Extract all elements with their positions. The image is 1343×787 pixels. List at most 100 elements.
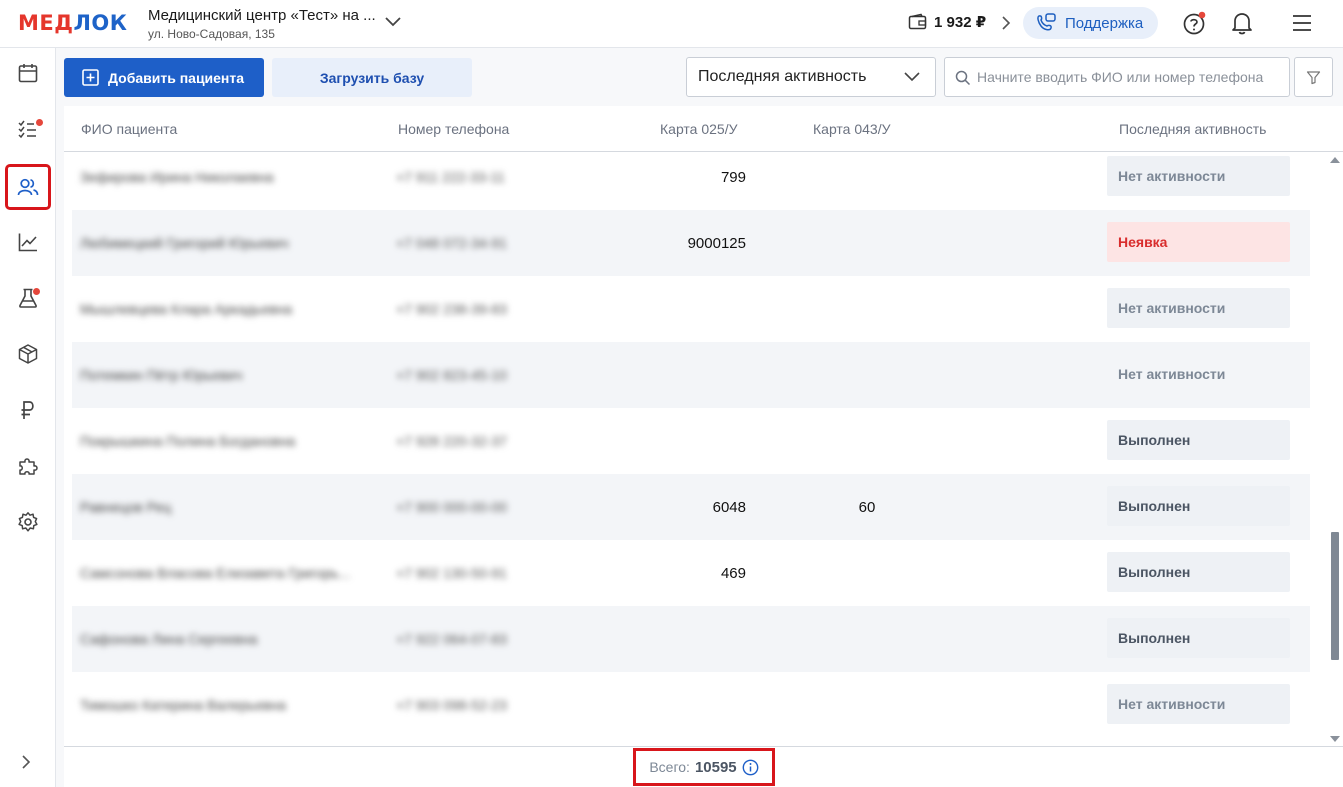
total-label: Всего:: [649, 759, 690, 775]
clinic-selector[interactable]: Медицинский центр «Тест» на ... ул. Ново…: [148, 7, 376, 41]
table-row[interactable]: Самсонова Власова Елизавета Григорь... +7…: [72, 540, 1310, 606]
sidebar-item-analytics[interactable]: [8, 222, 48, 262]
main-content: Добавить пациента Загрузить базу Последн…: [56, 48, 1343, 787]
top-header: МЕДЛОК Медицинский центр «Тест» на ... у…: [0, 0, 1343, 48]
patient-phone: +7 048 072-34-91: [396, 235, 507, 251]
medlok-logo[interactable]: МЕДЛОК: [18, 11, 127, 35]
gear-icon: [18, 512, 38, 532]
chevron-right-icon[interactable]: [1000, 15, 1012, 31]
sidebar-item-tasks[interactable]: [8, 109, 48, 149]
sidebar-item-patients[interactable]: [5, 164, 51, 210]
column-header-card025[interactable]: Карта 025/У: [660, 121, 738, 137]
sidebar-item-integrations[interactable]: [8, 446, 48, 486]
patients-table: ФИО пациента Номер телефона Карта 025/У …: [64, 106, 1343, 746]
card-025-number: 799: [720, 168, 746, 186]
box-icon: [18, 344, 38, 364]
patient-name: Мышлевцева Клара Аркадьевна: [80, 301, 293, 317]
table-row[interactable]: Сафонова Лина Сергеевна +7 922 064-07-83 В…: [72, 606, 1310, 672]
sidebar-item-settings[interactable]: [8, 502, 48, 542]
patient-phone: +7 911 222-33-11: [396, 169, 505, 185]
table-row[interactable]: Зефирова Ирина Николаевна +7 911 222-33-1…: [72, 153, 1310, 210]
card-025-number: [632, 408, 746, 474]
patient-name: Тимошко Катерина Валерьевна: [80, 697, 286, 713]
patient-phone: +7 900 000-00-00: [396, 499, 507, 515]
patient-name: Зефирова Ирина Николаевна: [80, 169, 274, 185]
expand-sidebar-icon[interactable]: [19, 754, 33, 770]
card-025-number: 469: [720, 564, 746, 582]
chevron-down-icon[interactable]: [384, 16, 402, 28]
patient-phone: +7 902 823-45-10: [396, 367, 507, 383]
activity-status-badge: Выполнен: [1107, 618, 1290, 658]
card-043-number: [832, 408, 902, 474]
card-043-number: [832, 276, 902, 342]
puzzle-icon: [19, 458, 38, 475]
info-icon[interactable]: [742, 759, 759, 776]
column-header-card043[interactable]: Карта 043/У: [813, 121, 891, 137]
search-icon: [955, 70, 971, 86]
column-header-activity[interactable]: Последняя активность: [1119, 121, 1266, 137]
clinic-address: ул. Ново-Садовая, 135: [148, 27, 275, 41]
table-row[interactable]: Потемкин Пётр Юрьевич +7 902 823-45-10 Нет…: [72, 342, 1310, 408]
activity-status-badge: Выполнен: [1107, 486, 1290, 526]
scroll-down-arrow[interactable]: [1330, 736, 1340, 742]
support-button[interactable]: Поддержка: [1023, 7, 1158, 39]
activity-status-badge: Неявка: [1107, 222, 1290, 262]
card-043-number: [832, 672, 902, 738]
activity-status-badge: Выполнен: [1107, 552, 1290, 592]
table-scrollbar[interactable]: [1326, 153, 1343, 746]
card-043-number: [832, 210, 902, 276]
activity-status-badge: Выполнен: [1107, 420, 1290, 460]
card-043-number: 60: [858, 498, 876, 516]
sidebar-item-warehouse[interactable]: [8, 334, 48, 374]
table-row[interactable]: Любимецкий Григорий Юрьевич +7 048 072-34…: [72, 210, 1310, 276]
logo-part-2: ЛОК: [73, 11, 128, 35]
ruble-icon: [21, 401, 34, 419]
card-025-number: [632, 606, 746, 672]
sidebar-item-finance[interactable]: [8, 390, 48, 430]
chevron-down-icon: [904, 72, 920, 82]
calendar-icon: [18, 64, 38, 83]
table-row[interactable]: Равнецов Рец +7 900 000-00-00 6048 60 Выполн…: [72, 474, 1310, 540]
total-count: Всего: 10595: [633, 748, 775, 786]
plus-square-icon: [82, 69, 99, 86]
bell-icon[interactable]: [1231, 11, 1253, 35]
help-icon[interactable]: [1182, 11, 1206, 35]
table-row[interactable]: Тимошко Катерина Валерьевна +7 903 098-52…: [72, 672, 1310, 738]
patient-phone: +7 928 220-32-37: [396, 433, 507, 449]
card-043-number: [832, 540, 902, 606]
search-input[interactable]: [977, 58, 1283, 96]
card-025-number: [632, 672, 746, 738]
column-header-name[interactable]: ФИО пациента: [81, 121, 177, 137]
sidebar-item-calendar[interactable]: [8, 53, 48, 93]
add-patient-button[interactable]: Добавить пациента: [64, 58, 264, 97]
filter-button[interactable]: [1294, 57, 1333, 97]
card-025-number: [632, 276, 746, 342]
hamburger-menu-icon[interactable]: [1292, 14, 1312, 32]
activity-status-badge: Нет активности: [1107, 288, 1290, 328]
patient-phone: +7 902 130-50-91: [396, 565, 507, 581]
activity-status-badge: Нет активности: [1107, 354, 1290, 394]
table-row[interactable]: Мышлевцева Клара Аркадьевна +7 902 238-39…: [72, 276, 1310, 342]
patient-name: Сафонова Лина Сергеевна: [80, 631, 258, 647]
card-043-number: [832, 342, 902, 408]
sidebar-item-lab[interactable]: [8, 278, 48, 318]
balance[interactable]: 1 932 ₽: [908, 13, 986, 31]
column-header-phone[interactable]: Номер телефона: [398, 121, 509, 137]
users-icon: [17, 178, 39, 196]
patient-name: Самсонова Власова Елизавета Григорь...: [80, 565, 351, 581]
filter-icon: [1306, 70, 1321, 84]
total-value: 10595: [694, 758, 737, 776]
balance-value: 1 932 ₽: [934, 14, 987, 31]
patient-phone: +7 902 238-39-83: [396, 301, 507, 317]
scroll-thumb[interactable]: [1331, 532, 1339, 660]
add-patient-label: Добавить пациента: [108, 69, 245, 86]
upload-base-button[interactable]: Загрузить базу: [272, 58, 472, 97]
patient-phone: +7 922 064-07-83: [396, 631, 507, 647]
table-row[interactable]: Покрышкина Полина Богдановна +7 928 220-3…: [72, 408, 1310, 474]
card-043-number: [832, 153, 902, 210]
scroll-up-arrow[interactable]: [1330, 157, 1340, 163]
sort-select-value: Последняя активность: [698, 68, 867, 85]
sort-select[interactable]: Последняя активность: [686, 57, 936, 97]
table-body: Зефирова Ирина Николаевна +7 911 222-33-1…: [64, 153, 1326, 746]
patient-name: Потемкин Пётр Юрьевич: [80, 367, 243, 383]
